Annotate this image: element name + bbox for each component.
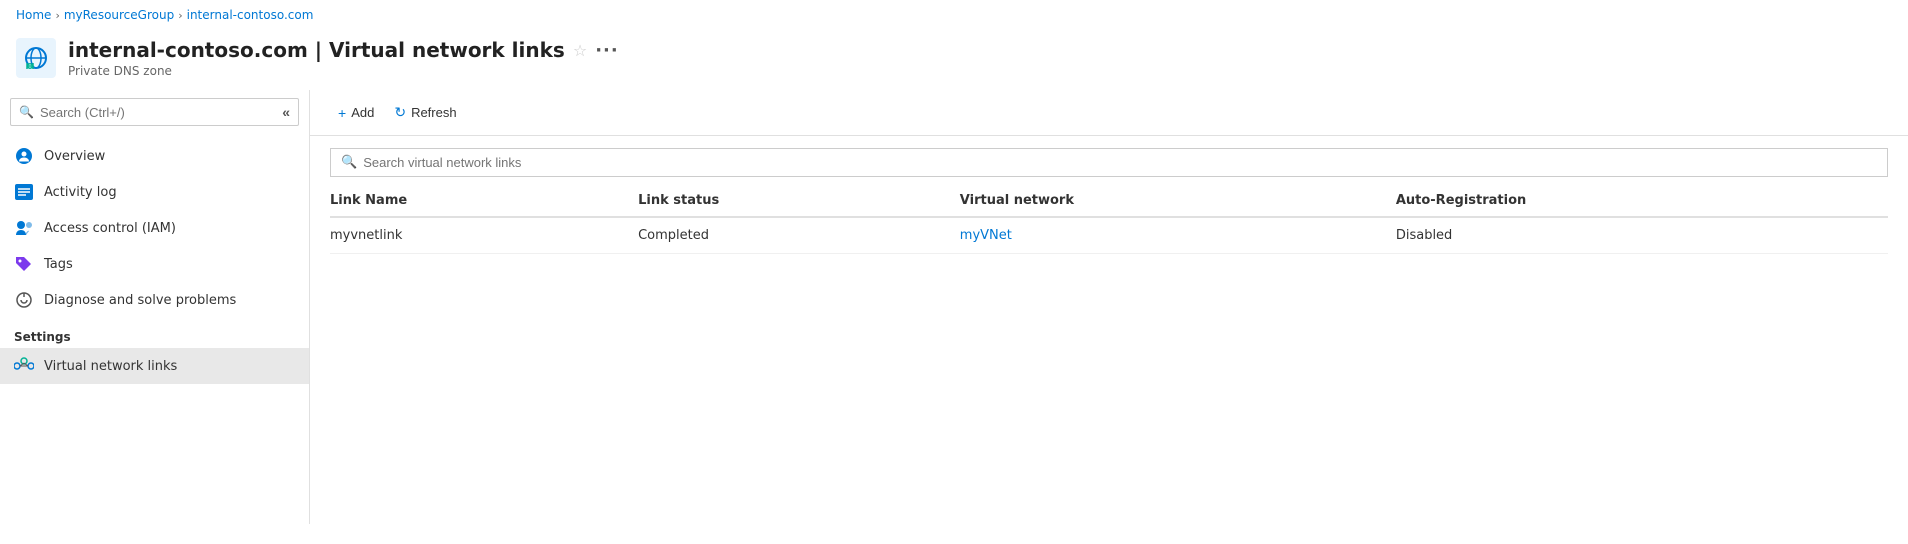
add-button-label: Add xyxy=(351,105,374,120)
sidebar-item-activity-log-label: Activity log xyxy=(44,185,117,200)
col-link-name: Link Name xyxy=(330,185,638,217)
dns-zone-icon xyxy=(16,38,56,78)
resource-title-text: internal-contoso.com | Virtual network l… xyxy=(68,38,565,62)
refresh-icon: ↻ xyxy=(394,104,406,121)
sidebar-item-vnet-links-label: Virtual network links xyxy=(44,359,177,374)
settings-section-header: Settings xyxy=(0,318,309,348)
vnet-links-icon xyxy=(14,356,34,376)
virtual-network-link[interactable]: myVNet xyxy=(960,228,1012,243)
sidebar-item-diagnose[interactable]: Diagnose and solve problems xyxy=(0,282,309,318)
more-actions-icon[interactable]: ··· xyxy=(595,40,619,61)
cell-link-name: myvnetlink xyxy=(330,217,638,254)
refresh-button-label: Refresh xyxy=(411,105,457,120)
sidebar-nav: Overview Activity log Access control (IA… xyxy=(0,134,309,524)
resource-title: internal-contoso.com | Virtual network l… xyxy=(68,38,619,62)
sidebar-item-diagnose-label: Diagnose and solve problems xyxy=(44,293,236,308)
table-search-container: 🔍 xyxy=(330,148,1888,177)
content-area: + Add ↻ Refresh 🔍 Link Name Link status … xyxy=(310,90,1908,524)
sidebar-item-tags-label: Tags xyxy=(44,257,73,272)
sidebar-collapse-button[interactable]: « xyxy=(282,104,290,120)
diagnose-icon xyxy=(14,290,34,310)
sidebar-item-overview[interactable]: Overview xyxy=(0,138,309,174)
sidebar-item-tags[interactable]: Tags xyxy=(0,246,309,282)
resource-subtitle: Private DNS zone xyxy=(68,64,619,78)
sidebar-item-access-control[interactable]: Access control (IAM) xyxy=(0,210,309,246)
breadcrumb-home[interactable]: Home xyxy=(16,8,51,22)
cell-link-status: Completed xyxy=(638,217,960,254)
breadcrumb-resource-group[interactable]: myResourceGroup xyxy=(64,8,174,22)
links-table: Link Name Link status Virtual network Au… xyxy=(330,185,1888,254)
breadcrumb-resource[interactable]: internal-contoso.com xyxy=(187,8,314,22)
breadcrumb: Home › myResourceGroup › internal-contos… xyxy=(0,0,1908,30)
tags-icon xyxy=(14,254,34,274)
sidebar-search-input[interactable] xyxy=(40,105,276,120)
main-layout: 🔍 « Overview Activity log xyxy=(0,90,1908,524)
col-auto-registration: Auto-Registration xyxy=(1396,185,1888,217)
sidebar-search-container: 🔍 « xyxy=(10,98,299,126)
table-body: myvnetlink Completed myVNet Disabled xyxy=(330,217,1888,254)
toolbar: + Add ↻ Refresh xyxy=(310,90,1908,136)
table-search-input[interactable] xyxy=(363,155,1877,170)
add-icon: + xyxy=(338,105,346,121)
col-link-status: Link status xyxy=(638,185,960,217)
resource-header: internal-contoso.com | Virtual network l… xyxy=(0,30,1908,90)
sidebar-item-virtual-network-links[interactable]: Virtual network links xyxy=(0,348,309,384)
table-search-icon: 🔍 xyxy=(341,155,357,170)
add-button[interactable]: + Add xyxy=(330,101,382,125)
sidebar-item-access-control-label: Access control (IAM) xyxy=(44,221,176,236)
sidebar-search-icon: 🔍 xyxy=(19,105,34,119)
table-area: 🔍 Link Name Link status Virtual network … xyxy=(310,136,1908,524)
resource-icon xyxy=(16,38,56,78)
cell-auto-registration: Disabled xyxy=(1396,217,1888,254)
cell-virtual-network: myVNet xyxy=(960,217,1396,254)
table-row: myvnetlink Completed myVNet Disabled xyxy=(330,217,1888,254)
sidebar: 🔍 « Overview Activity log xyxy=(0,90,310,524)
breadcrumb-sep2: › xyxy=(178,9,182,22)
refresh-button[interactable]: ↻ Refresh xyxy=(386,100,464,125)
sidebar-item-overview-label: Overview xyxy=(44,149,105,164)
activity-log-icon xyxy=(14,182,34,202)
breadcrumb-sep1: › xyxy=(55,9,59,22)
access-control-icon xyxy=(14,218,34,238)
overview-icon xyxy=(14,146,34,166)
table-header: Link Name Link status Virtual network Au… xyxy=(330,185,1888,217)
sidebar-item-activity-log[interactable]: Activity log xyxy=(0,174,309,210)
col-virtual-network: Virtual network xyxy=(960,185,1396,217)
favorite-star-icon[interactable]: ☆ xyxy=(573,41,587,60)
resource-title-block: internal-contoso.com | Virtual network l… xyxy=(68,38,619,78)
